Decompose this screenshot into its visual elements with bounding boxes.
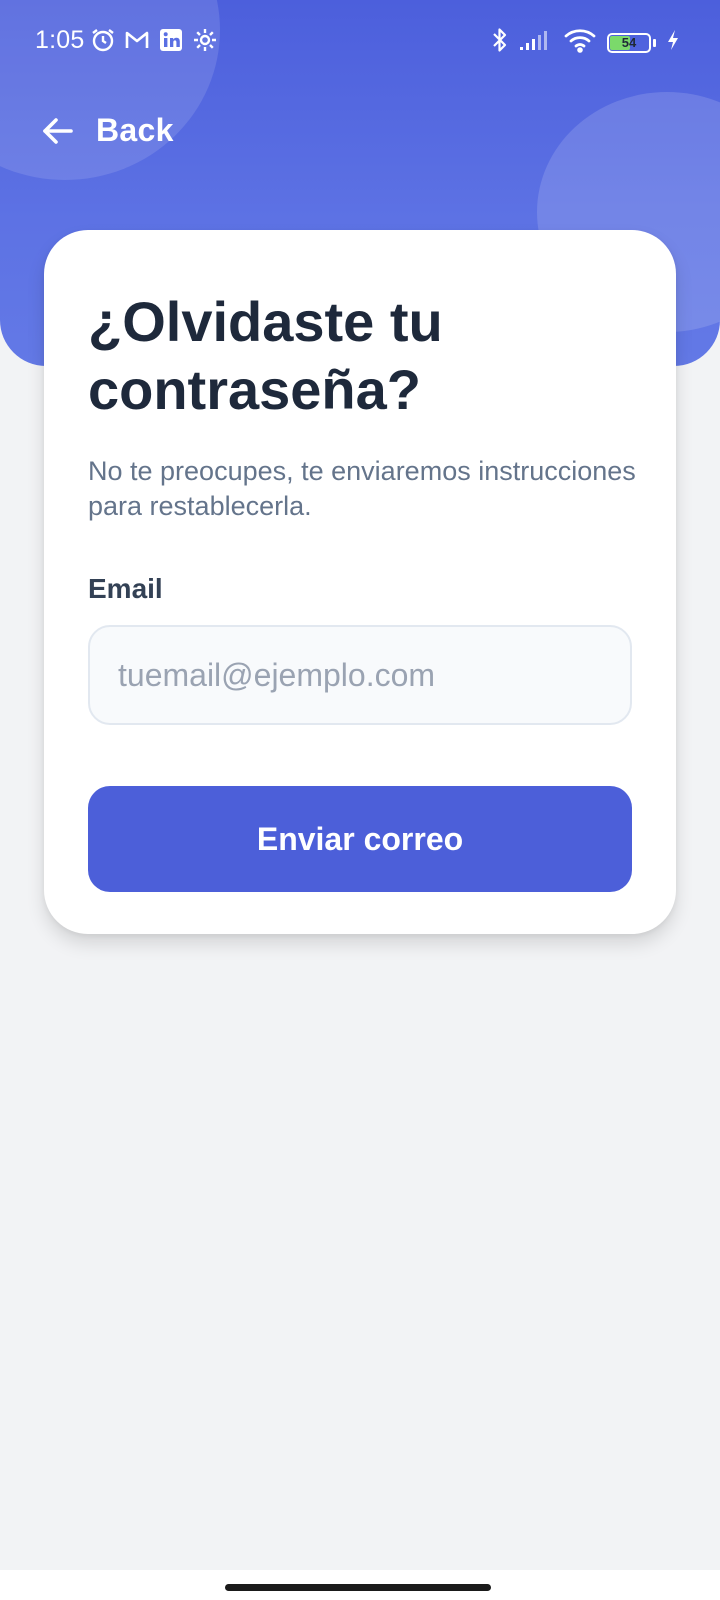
email-label: Email: [88, 573, 163, 604]
page-title: ¿Olvidaste tu contraseña?: [88, 290, 443, 421]
battery-icon: 54: [607, 32, 651, 53]
email-field[interactable]: [88, 625, 632, 725]
back-button[interactable]: Back: [40, 112, 174, 149]
charging-bolt-icon: [666, 29, 680, 56]
arrow-left-icon: [43, 117, 73, 144]
cellular-signal-icon: [519, 28, 553, 57]
alarm-icon: [90, 27, 116, 53]
status-right-icons: 54: [491, 26, 680, 59]
bluetooth-icon: [491, 26, 509, 59]
linkedin-icon: [158, 27, 184, 53]
gmail-icon: [124, 27, 150, 53]
system-navigation-bar: [0, 1570, 720, 1600]
battery-level: 54: [621, 34, 637, 50]
back-label: Back: [96, 112, 174, 148]
battery-nub: [653, 38, 656, 47]
home-indicator[interactable]: [225, 1584, 491, 1591]
status-left-icons: [90, 27, 218, 53]
status-time: 1:05: [35, 26, 85, 54]
settings-gear-icon: [192, 27, 218, 53]
send-email-button[interactable]: Enviar correo: [88, 786, 632, 892]
wifi-icon: [563, 27, 597, 58]
forgot-password-card: ¿Olvidaste tu contraseña? No te preocupe…: [44, 230, 676, 934]
page-subtitle: No te preocupes, te enviaremos instrucci…: [88, 456, 636, 521]
status-bar: 1:05 54: [0, 0, 720, 82]
